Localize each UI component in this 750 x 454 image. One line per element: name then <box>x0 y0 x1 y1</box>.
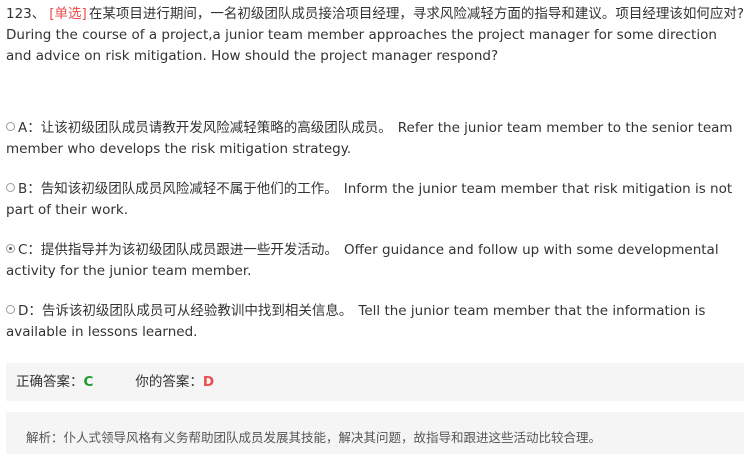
your-answer-label: 你的答案： <box>135 374 203 390</box>
your-answer-value: D <box>202 374 215 390</box>
question-type-tag: [单选] <box>49 6 87 22</box>
option-a-label-zh: A：让该初级团队成员请教开发风险减轻策略的高级团队成员。 <box>18 120 392 136</box>
explanation-text: 解析：仆人式领导风格有义务帮助团队成员发展其技能，解决其问题，故指导和跟进这些活… <box>26 430 602 445</box>
question-block: 123、 [单选] 在某项目进行期间，一名初级团队成员接洽项目经理，寻求风险减轻方面… <box>6 4 744 67</box>
question-text-zh: 在某项目进行期间，一名初级团队成员接洽项目经理，寻求风险减轻方面的指导和建议。项… <box>88 6 744 22</box>
option-a-radio[interactable] <box>6 122 15 131</box>
option-c-label-zh: C：提供指导并为该初级团队成员跟进一些开发活动。 <box>18 242 338 258</box>
option-c[interactable]: C：提供指导并为该初级团队成员跟进一些开发活动。 Offer guidance a… <box>6 240 742 282</box>
question-text-en: During the course of a project,a junior … <box>6 27 717 64</box>
correct-answer-value: C <box>83 374 94 390</box>
question-number: 123、 <box>6 6 46 22</box>
option-d[interactable]: D：告诉该初级团队成员可从经验教训中找到相关信息。 Tell the junior… <box>6 301 742 343</box>
option-b[interactable]: B：告知该初级团队成员风险减轻不属于他们的工作。 Inform the junio… <box>6 179 742 221</box>
correct-answer-label: 正确答案： <box>16 374 84 390</box>
explanation-panel: 解析：仆人式领导风格有义务帮助团队成员发展其技能，解决其问题，故指导和跟进这些活… <box>6 412 744 454</box>
option-d-radio[interactable] <box>6 305 15 314</box>
option-b-radio[interactable] <box>6 183 15 192</box>
answer-panel: 正确答案：C 你的答案：D <box>6 363 744 401</box>
option-d-label-zh: D：告诉该初级团队成员可从经验教训中找到相关信息。 <box>18 303 353 319</box>
option-c-radio[interactable] <box>6 244 15 253</box>
option-b-label-zh: B：告知该初级团队成员风险减轻不属于他们的工作。 <box>18 181 338 197</box>
option-a[interactable]: A：让该初级团队成员请教开发风险减轻策略的高级团队成员。 Refer the ju… <box>6 118 742 160</box>
